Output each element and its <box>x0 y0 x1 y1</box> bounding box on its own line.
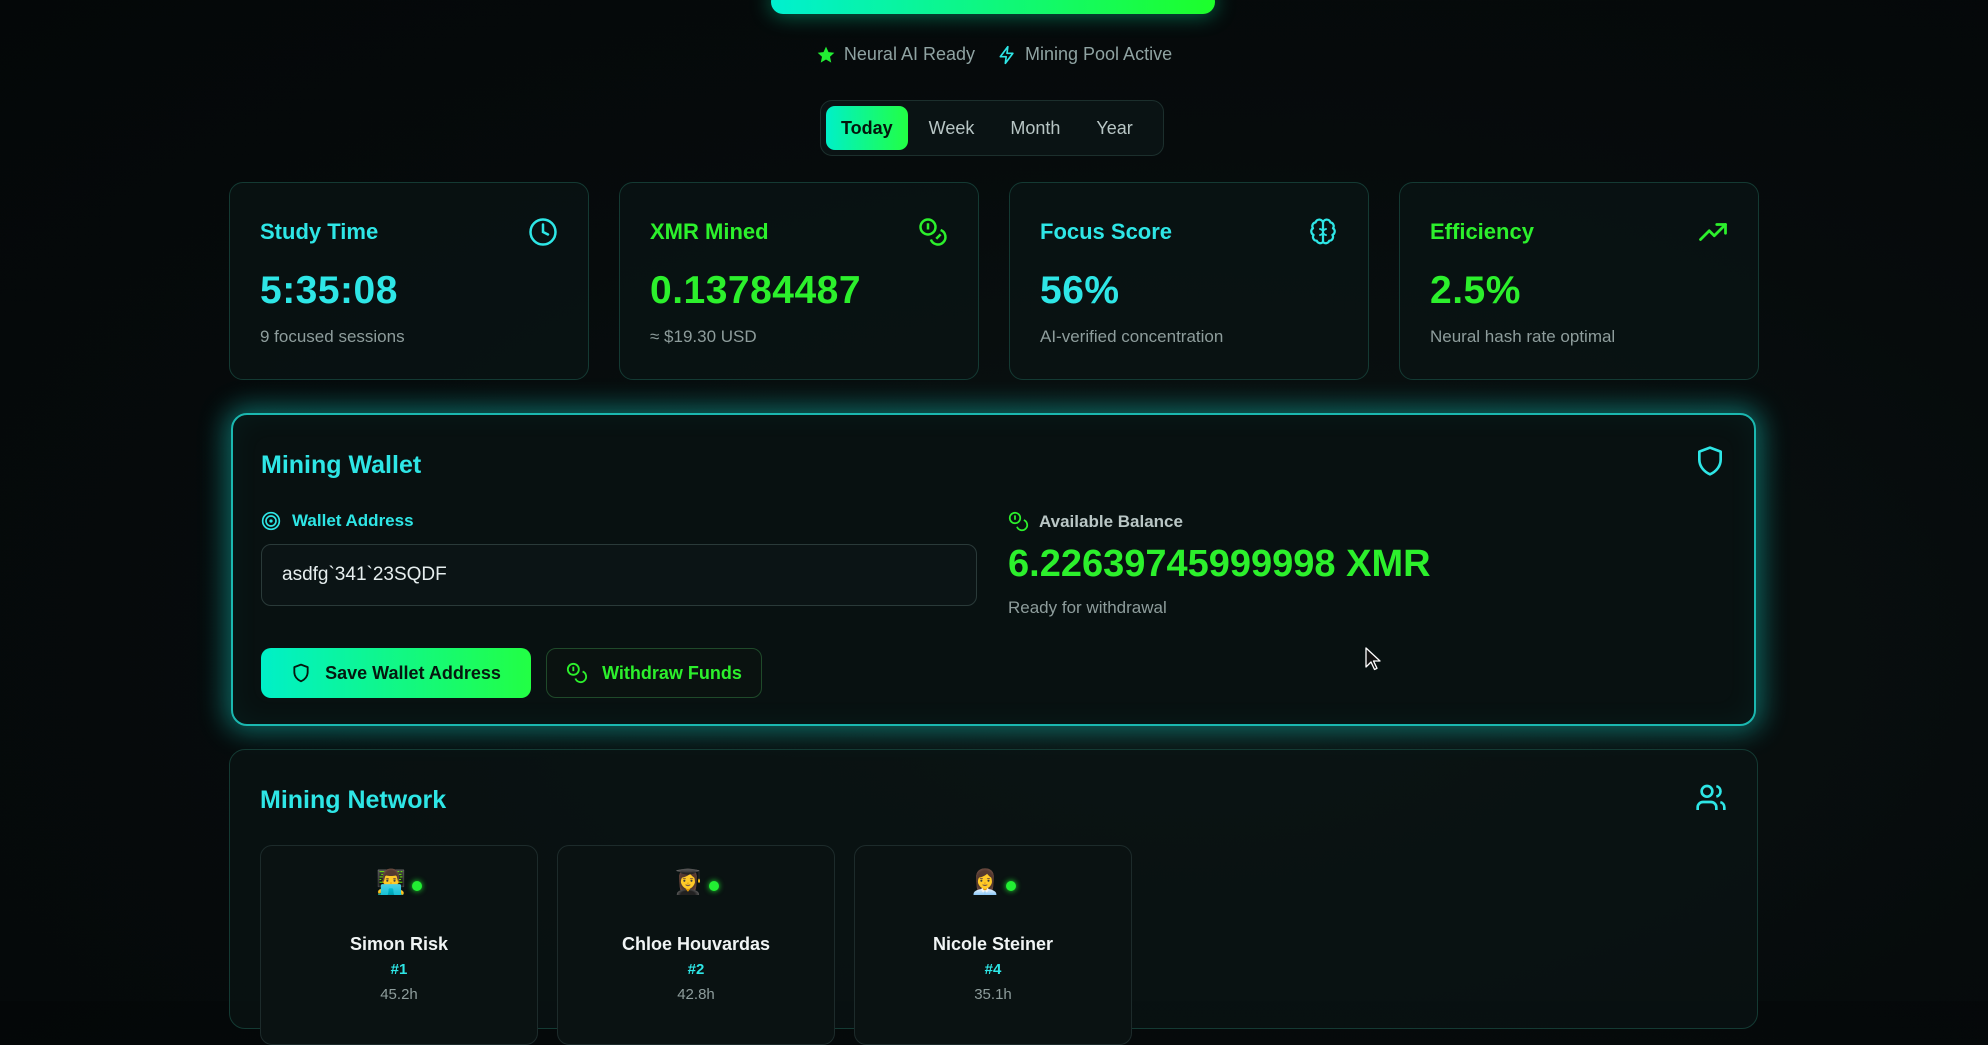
stat-value: 56% <box>1040 269 1120 312</box>
miner-card[interactable]: 👨‍💻 Simon Risk #1 45.2h <box>260 845 538 1045</box>
coins-icon <box>566 662 588 684</box>
miner-card[interactable]: 👩‍💼 Nicole Steiner #4 35.1h <box>854 845 1132 1045</box>
avatar-emoji: 👩‍🎓 <box>673 869 703 896</box>
tab-today[interactable]: Today <box>826 106 908 150</box>
withdraw-funds-button[interactable]: Withdraw Funds <box>546 648 762 698</box>
mining-network-panel: Mining Network 👨‍💻 Simon Risk #1 45.2h 👩… <box>229 749 1758 1045</box>
status-neural-ai: Neural AI Ready <box>816 44 975 65</box>
users-icon <box>1696 784 1726 810</box>
stat-title: XMR Mined <box>650 219 769 244</box>
stat-card-study-time: Study Time 5:35:08 9 focused sessions <box>229 182 589 380</box>
avatar-emoji: 👩‍💼 <box>970 869 1000 896</box>
progress-bar-top <box>771 0 1215 14</box>
star-icon <box>817 46 835 63</box>
lightning-icon <box>999 45 1014 64</box>
stat-subtitle: Neural hash rate optimal <box>1430 327 1616 346</box>
coins-icon <box>1008 511 1029 532</box>
miner-hours: 35.1h <box>974 986 1012 1003</box>
miner-rank: #1 <box>390 961 408 978</box>
miner-hours: 45.2h <box>380 986 418 1003</box>
miner-rank: #4 <box>984 961 1002 978</box>
brain-icon <box>1310 218 1336 245</box>
available-balance-value: 6.22639745999998 XMR <box>1008 543 1431 585</box>
tab-year[interactable]: Year <box>1081 106 1147 150</box>
period-tabs: Today Week Month Year <box>820 100 1164 156</box>
mouse-cursor-icon <box>1365 647 1381 671</box>
withdraw-funds-label: Withdraw Funds <box>602 662 742 683</box>
wallet-address-input[interactable] <box>261 544 977 606</box>
wallet-address-label: Wallet Address <box>261 511 414 531</box>
shield-icon <box>293 663 309 683</box>
miner-name: Nicole Steiner <box>932 934 1054 954</box>
stat-value: 2.5% <box>1430 269 1521 312</box>
status-label: Neural AI Ready <box>843 44 975 64</box>
network-heading: Mining Network <box>260 786 447 814</box>
mining-wallet-panel: Mining Wallet Wallet Address Save Wallet… <box>231 413 1756 726</box>
miner-name: Simon Risk <box>349 934 449 954</box>
coins-icon <box>919 218 947 246</box>
avatar: 👨‍💻 <box>261 868 537 897</box>
status-row: Neural AI Ready Mining Pool Active <box>0 44 1988 65</box>
status-label: Mining Pool Active <box>1025 44 1173 64</box>
miner-name: Chloe Houvardas <box>621 934 771 954</box>
miner-hours: 42.8h <box>677 986 715 1003</box>
available-balance-label: Available Balance <box>1008 511 1183 532</box>
avatar: 👩‍🎓 <box>558 868 834 897</box>
status-mining-pool: Mining Pool Active <box>997 44 1172 65</box>
target-icon <box>261 511 281 531</box>
stat-value: 0.13784487 <box>650 269 862 312</box>
wallet-address-label-text: Wallet Address <box>292 511 414 530</box>
stat-subtitle: 9 focused sessions <box>260 327 405 346</box>
stat-card-efficiency: Efficiency 2.5% Neural hash rate optimal <box>1399 182 1759 380</box>
stat-card-focus-score: Focus Score 56% AI-verified concentratio… <box>1009 182 1369 380</box>
save-wallet-address-label: Save Wallet Address <box>325 662 501 683</box>
miner-card[interactable]: 👩‍🎓 Chloe Houvardas #2 42.8h <box>557 845 835 1045</box>
stat-card-xmr-mined: XMR Mined 0.13784487 ≈ $19.30 USD <box>619 182 979 380</box>
stat-subtitle: ≈ $19.30 USD <box>650 327 757 346</box>
available-balance-label-text: Available Balance <box>1039 511 1183 531</box>
stat-title: Efficiency <box>1430 219 1534 244</box>
tab-week[interactable]: Week <box>914 106 990 150</box>
wallet-heading: Mining Wallet <box>261 451 422 479</box>
avatar: 👩‍💼 <box>855 868 1131 897</box>
online-status-dot <box>708 880 719 891</box>
shield-icon <box>1698 446 1722 476</box>
save-wallet-address-button[interactable]: Save Wallet Address <box>261 648 531 698</box>
stat-title: Focus Score <box>1040 219 1173 244</box>
available-balance-subtitle: Ready for withdrawal <box>1008 598 1167 617</box>
clock-icon <box>529 218 557 246</box>
tab-month[interactable]: Month <box>995 106 1075 150</box>
stat-subtitle: AI-verified concentration <box>1040 327 1224 346</box>
stat-title: Study Time <box>260 219 379 244</box>
trending-up-icon <box>1699 223 1727 241</box>
miner-rank: #2 <box>687 961 705 978</box>
avatar-emoji: 👨‍💻 <box>376 869 406 896</box>
stat-value: 5:35:08 <box>260 269 398 312</box>
online-status-dot <box>411 880 422 891</box>
online-status-dot <box>1005 880 1016 891</box>
